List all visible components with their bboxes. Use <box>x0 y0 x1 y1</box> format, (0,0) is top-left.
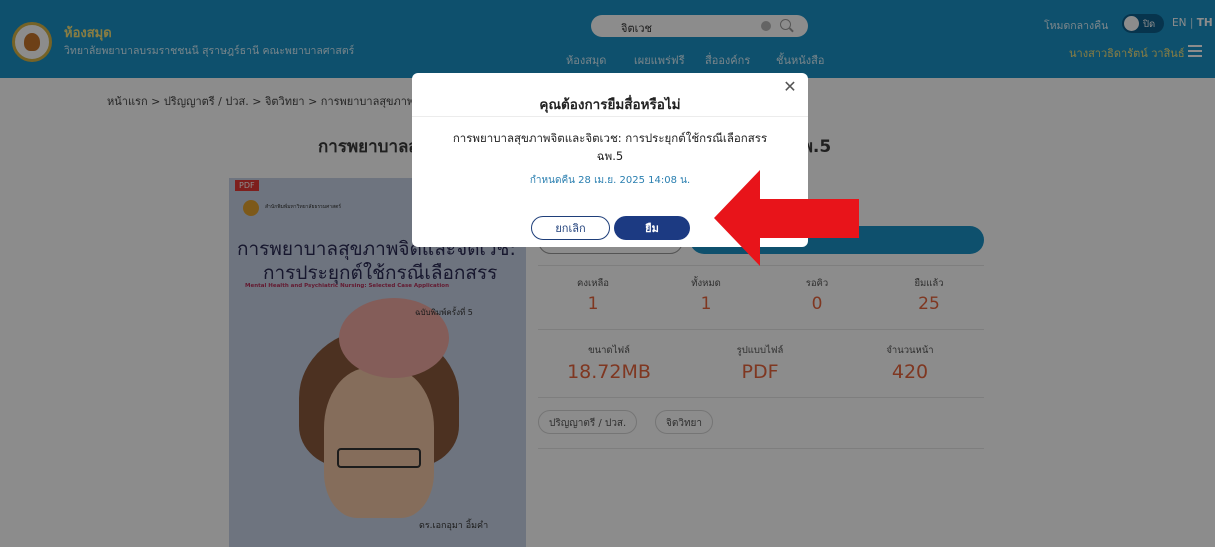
cancel-button[interactable]: ยกเลิก <box>531 216 610 240</box>
close-icon[interactable]: ✕ <box>781 78 799 96</box>
dialog-title: คุณต้องการยืมสื่อหรือไม่ <box>539 97 681 113</box>
dialog-divider <box>412 116 808 117</box>
red-arrow-annotation-icon <box>714 170 859 266</box>
dialog-book-name: การพยาบาลสุขภาพจิตและจิตเวช: การประยุกต์… <box>452 131 768 163</box>
borrow-button[interactable]: ยืม <box>614 216 690 240</box>
